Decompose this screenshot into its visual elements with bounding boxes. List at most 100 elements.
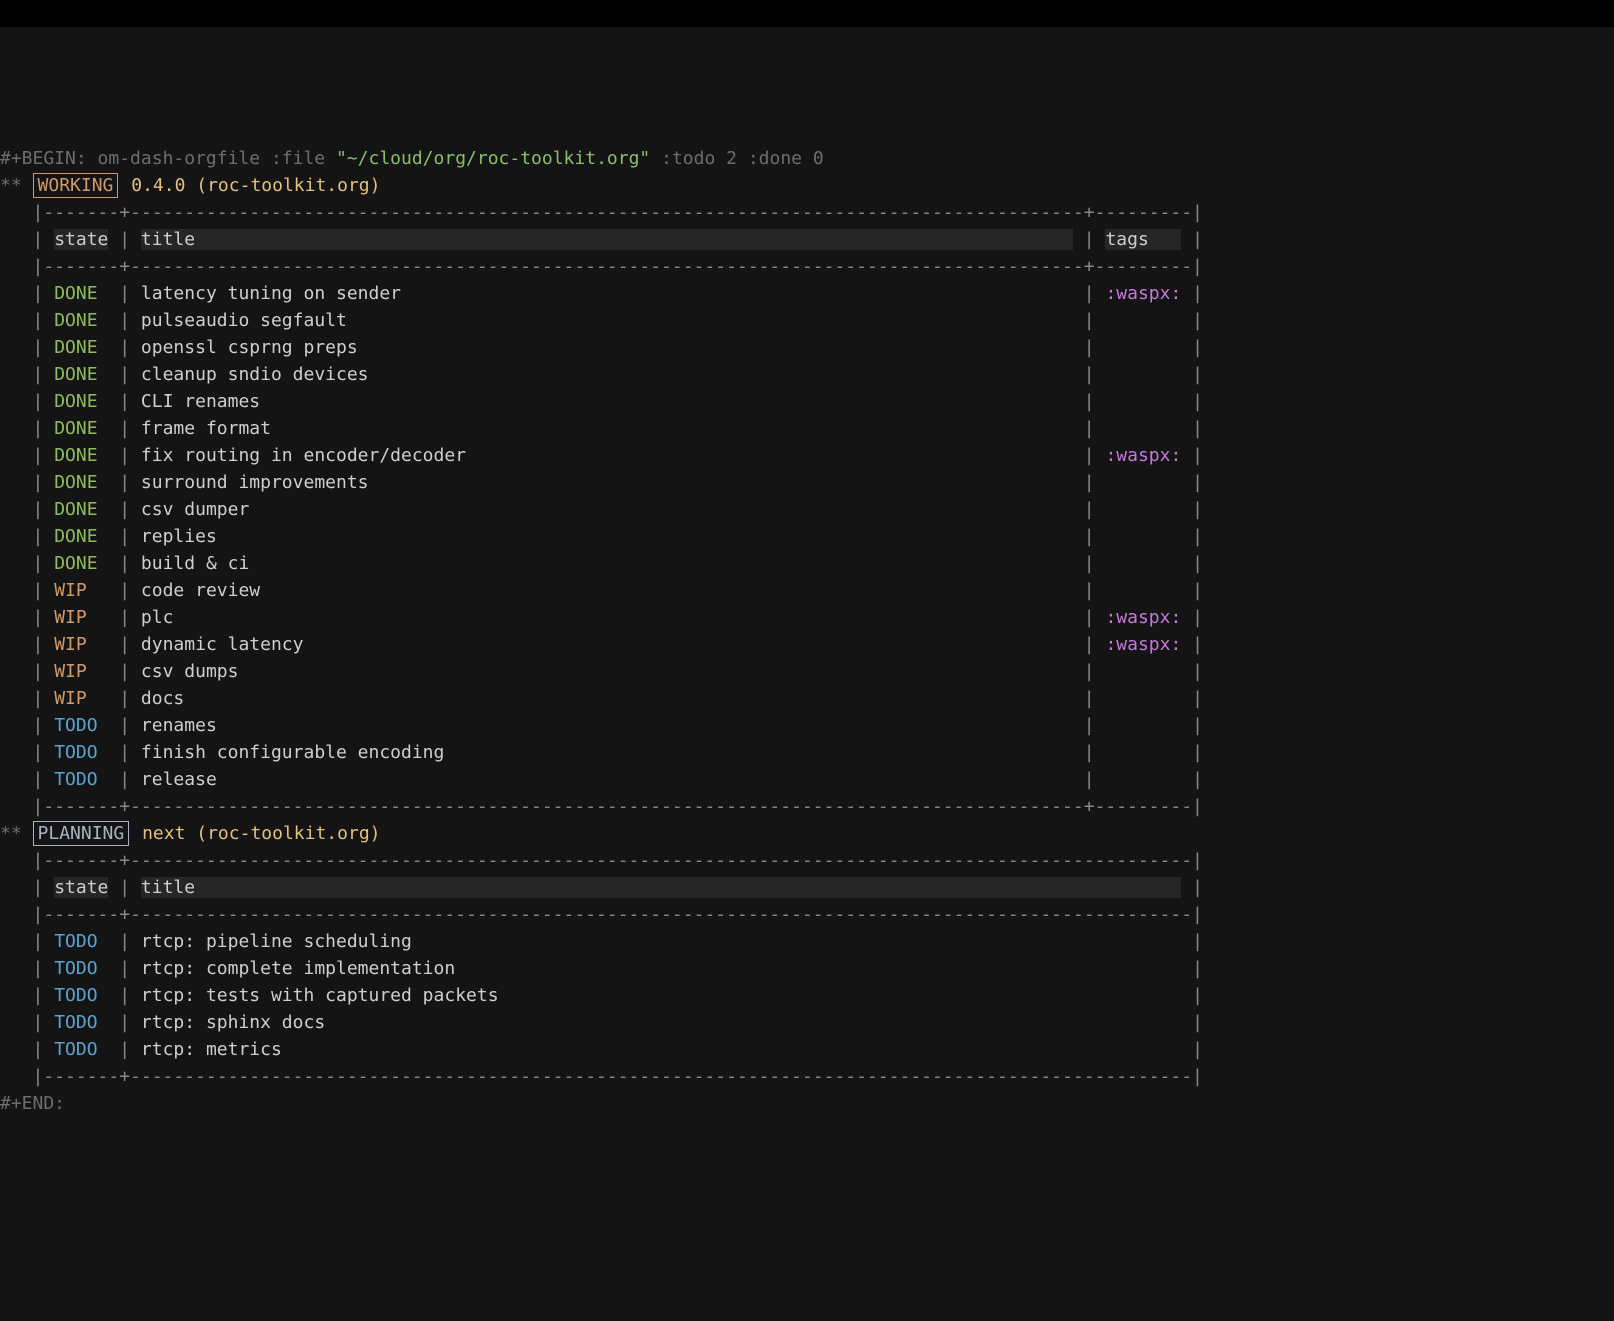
table-row[interactable]: | DONE | surround improvements | |	[0, 469, 1614, 496]
task-title: rtcp: metrics	[141, 1039, 1181, 1060]
table-row[interactable]: | WIP | csv dumps | |	[0, 658, 1614, 685]
table-row[interactable]: | DONE | csv dumper | |	[0, 496, 1614, 523]
task-state: WIP	[54, 661, 108, 682]
task-state: WIP	[54, 580, 108, 601]
task-title: docs	[141, 688, 1073, 709]
task-tag	[1105, 715, 1181, 736]
task-state: WIP	[54, 688, 108, 709]
emacs-buffer[interactable]: #+BEGIN: om-dash-orgfile :file "~/cloud/…	[0, 145, 1614, 1117]
task-title: build & ci	[141, 553, 1073, 574]
table-divider: |-------+-------------------------------…	[0, 847, 1614, 874]
table-divider: |-------+-------------------------------…	[0, 199, 1614, 226]
task-state: TODO	[54, 742, 108, 763]
task-title: pulseaudio segfault	[141, 310, 1073, 331]
col-header-state[interactable]: state	[54, 877, 108, 898]
table-header-row: | state | title | tags |	[0, 226, 1614, 253]
table-row[interactable]: | DONE | CLI renames | |	[0, 388, 1614, 415]
task-state: TODO	[54, 1039, 108, 1060]
task-state: WIP	[54, 607, 108, 628]
task-tag: :waspx:	[1105, 634, 1181, 655]
task-title: rtcp: sphinx docs	[141, 1012, 1181, 1033]
task-tag	[1105, 310, 1181, 331]
task-tag	[1105, 580, 1181, 601]
col-header-title[interactable]: title	[141, 877, 1181, 898]
table-row[interactable]: | TODO | renames | |	[0, 712, 1614, 739]
task-state: DONE	[54, 283, 108, 304]
table-row[interactable]: | TODO | release | |	[0, 766, 1614, 793]
begin-prefix: #+BEGIN:	[0, 148, 87, 169]
end-directive: #+END:	[0, 1090, 1614, 1117]
begin-todo-key: :todo	[661, 148, 715, 169]
table-row[interactable]: | DONE | fix routing in encoder/decoder …	[0, 442, 1614, 469]
task-title: csv dumper	[141, 499, 1073, 520]
col-header-state[interactable]: state	[54, 229, 108, 250]
task-tag	[1105, 688, 1181, 709]
table-row[interactable]: | TODO | rtcp: sphinx docs |	[0, 1009, 1614, 1036]
task-title: rtcp: pipeline scheduling	[141, 931, 1181, 952]
table-row[interactable]: | WIP | code review | |	[0, 577, 1614, 604]
task-tag	[1105, 553, 1181, 574]
task-tag	[1105, 526, 1181, 547]
table-row[interactable]: | TODO | rtcp: tests with captured packe…	[0, 982, 1614, 1009]
begin-file-path: "~/cloud/org/roc-toolkit.org"	[336, 148, 650, 169]
task-tag	[1105, 472, 1181, 493]
task-title: csv dumps	[141, 661, 1073, 682]
table-header-row: | state | title |	[0, 874, 1614, 901]
task-state: DONE	[54, 364, 108, 385]
table-row[interactable]: | DONE | openssl csprng preps | |	[0, 334, 1614, 361]
table-row[interactable]: | DONE | pulseaudio segfault | |	[0, 307, 1614, 334]
begin-done-key: :done	[748, 148, 802, 169]
task-title: rtcp: complete implementation	[141, 958, 1181, 979]
task-state: DONE	[54, 553, 108, 574]
heading-title: next (roc-toolkit.org)	[142, 823, 380, 844]
task-title: cleanup sndio devices	[141, 364, 1073, 385]
task-tag	[1105, 742, 1181, 763]
task-tag	[1105, 661, 1181, 682]
table-divider: |-------+-------------------------------…	[0, 901, 1614, 928]
task-tag	[1105, 418, 1181, 439]
task-state: TODO	[54, 769, 108, 790]
table-row[interactable]: | WIP | dynamic latency | :waspx: |	[0, 631, 1614, 658]
col-header-title[interactable]: title	[141, 229, 1073, 250]
table-row[interactable]: | TODO | rtcp: metrics |	[0, 1036, 1614, 1063]
table-row[interactable]: | DONE | cleanup sndio devices | |	[0, 361, 1614, 388]
table-row[interactable]: | WIP | docs | |	[0, 685, 1614, 712]
table-row[interactable]: | TODO | rtcp: pipeline scheduling |	[0, 928, 1614, 955]
table-row[interactable]: | DONE | build & ci | |	[0, 550, 1614, 577]
table-row[interactable]: | WIP | plc | :waspx: |	[0, 604, 1614, 631]
task-state: TODO	[54, 958, 108, 979]
task-title: fix routing in encoder/decoder	[141, 445, 1073, 466]
task-title: code review	[141, 580, 1073, 601]
section-heading[interactable]: ** PLANNING next (roc-toolkit.org)	[0, 820, 1614, 847]
task-tag: :waspx:	[1105, 283, 1181, 304]
task-title: frame format	[141, 418, 1073, 439]
table-row[interactable]: | DONE | latency tuning on sender | :was…	[0, 280, 1614, 307]
task-state: DONE	[54, 310, 108, 331]
task-state: TODO	[54, 985, 108, 1006]
table-divider: |-------+-------------------------------…	[0, 253, 1614, 280]
table-divider: |-------+-------------------------------…	[0, 1063, 1614, 1090]
heading-keyword: WORKING	[33, 173, 119, 198]
table-row[interactable]: | DONE | replies | |	[0, 523, 1614, 550]
section-heading[interactable]: ** WORKING 0.4.0 (roc-toolkit.org)	[0, 172, 1614, 199]
begin-block-name: om-dash-orgfile	[98, 148, 261, 169]
table-row[interactable]: | DONE | frame format | |	[0, 415, 1614, 442]
task-tag	[1105, 337, 1181, 358]
task-state: DONE	[54, 526, 108, 547]
heading-stars: **	[0, 175, 22, 196]
task-title: finish configurable encoding	[141, 742, 1073, 763]
table-row[interactable]: | TODO | rtcp: complete implementation |	[0, 955, 1614, 982]
col-header-tags[interactable]: tags	[1105, 229, 1181, 250]
task-title: surround improvements	[141, 472, 1073, 493]
task-state: DONE	[54, 418, 108, 439]
begin-done-val: 0	[813, 148, 824, 169]
task-tag: :waspx:	[1105, 445, 1181, 466]
task-tag	[1105, 769, 1181, 790]
task-title: dynamic latency	[141, 634, 1073, 655]
heading-keyword: PLANNING	[33, 821, 130, 846]
task-tag	[1105, 364, 1181, 385]
task-state: TODO	[54, 931, 108, 952]
task-title: rtcp: tests with captured packets	[141, 985, 1181, 1006]
task-state: DONE	[54, 337, 108, 358]
table-row[interactable]: | TODO | finish configurable encoding | …	[0, 739, 1614, 766]
